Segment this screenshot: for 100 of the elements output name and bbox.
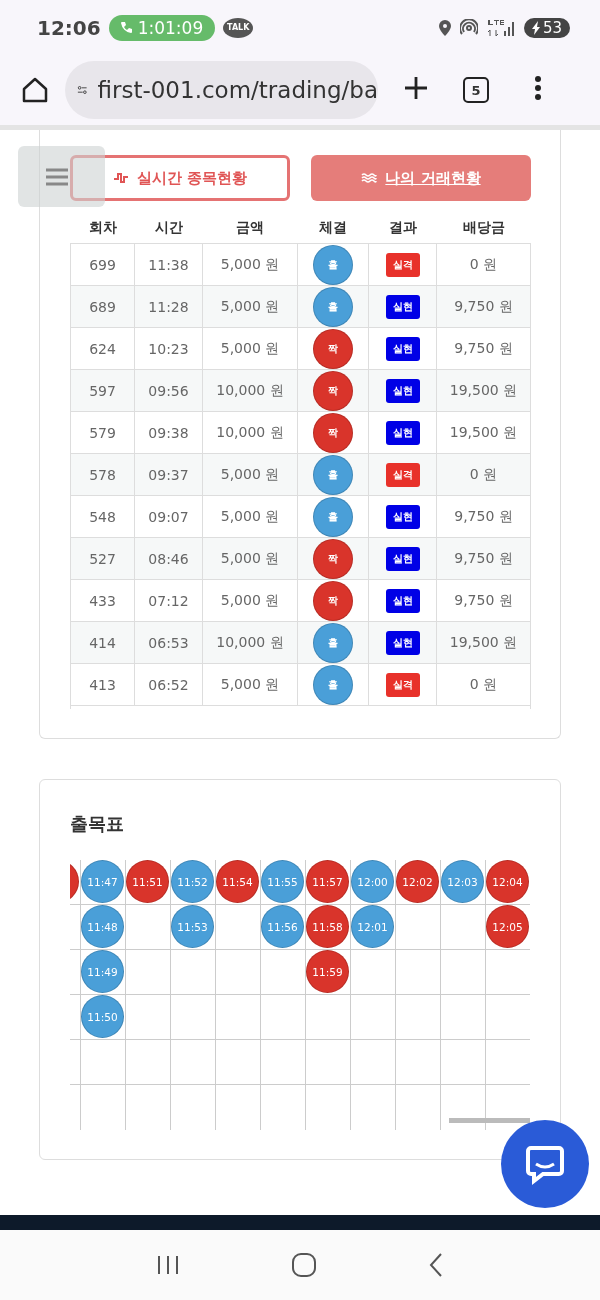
table-cell: 9,750 원 <box>436 579 531 622</box>
clock: 12:06 <box>37 15 101 40</box>
pick-badge: 홀 <box>313 454 353 495</box>
result-badge: 실격 <box>385 672 420 697</box>
result-bead: 12:03 <box>441 860 484 903</box>
table-cell: 06:53 <box>134 621 203 664</box>
table-cell: 09:38 <box>134 411 203 454</box>
table-cell: 10:23 <box>134 327 203 370</box>
section-title: 출목표 <box>70 812 125 836</box>
result-badge: 실현 <box>385 420 420 445</box>
table-cell: 0 원 <box>436 453 531 496</box>
result-bead: 11:55 <box>261 860 304 903</box>
waves-icon <box>361 172 378 184</box>
result-badge: 실현 <box>385 294 420 319</box>
tab-count-button[interactable]: 5 <box>463 77 489 103</box>
table-cell: 699 <box>70 243 135 286</box>
table-cell: 09:56 <box>134 369 203 412</box>
pick-badge: 홀 <box>313 244 353 285</box>
phone-icon <box>118 20 133 35</box>
table-cell: 9,750 원 <box>436 327 531 370</box>
result-badge: 실현 <box>385 588 420 613</box>
column-header: 체결 <box>297 213 369 244</box>
table-cell: 9,750 원 <box>436 285 531 328</box>
table-cell: 10,000 원 <box>202 411 298 454</box>
pulse-icon <box>112 172 129 184</box>
table-cell: 11:28 <box>134 285 203 328</box>
pick-badge: 홀 <box>313 622 353 663</box>
pick-badge: 짝 <box>313 370 353 411</box>
table-cell: 08:46 <box>134 537 203 580</box>
table-cell: 11:38 <box>134 243 203 286</box>
table-cell: 5,000 원 <box>202 285 298 328</box>
table-cell: 19,500 원 <box>436 369 531 412</box>
table-cell: 09:37 <box>134 453 203 496</box>
table-cell: 5,000 원 <box>202 537 298 580</box>
pick-badge: 홀 <box>313 664 353 705</box>
table-cell: 0 원 <box>436 243 531 286</box>
view-tab[interactable]: 실시간 종목현황 <box>70 155 290 201</box>
pick-badge: 짝 <box>313 328 353 369</box>
table-cell: 579 <box>70 411 135 454</box>
table-cell: 689 <box>70 285 135 328</box>
back-icon[interactable] <box>428 1252 445 1278</box>
home-icon[interactable] <box>20 75 50 105</box>
scrollbar[interactable] <box>449 1118 530 1123</box>
new-tab-icon[interactable] <box>403 75 429 101</box>
table-cell: 597 <box>70 369 135 412</box>
address-bar[interactable]: first-001.com/trading/ba <box>65 61 378 119</box>
column-header: 결과 <box>368 213 437 244</box>
battery-indicator: 53 <box>523 17 570 38</box>
result-bead: 12:05 <box>486 905 529 948</box>
table-cell: 5,000 원 <box>202 327 298 370</box>
lte-signal-icon <box>485 17 516 38</box>
column-header: 금액 <box>202 213 298 244</box>
pick-badge: 짝 <box>313 412 353 453</box>
result-bead: 11:51 <box>126 860 169 903</box>
column-header: 배당금 <box>436 213 531 244</box>
table-cell: 19,500 원 <box>436 621 531 664</box>
table-cell: 9,750 원 <box>436 537 531 580</box>
pick-badge: 짝 <box>313 580 353 621</box>
table-cell: 5,000 원 <box>202 663 298 706</box>
result-bead: 12:02 <box>396 860 439 903</box>
result-bead: 12:04 <box>486 860 529 903</box>
table-cell: 5,000 원 <box>202 453 298 496</box>
menu-button[interactable] <box>18 146 105 207</box>
more-menu-icon[interactable] <box>534 75 542 101</box>
result-bead: 11:56 <box>261 905 304 948</box>
bolt-icon <box>531 20 541 35</box>
table-cell: 06:52 <box>134 663 203 706</box>
table-cell: 624 <box>70 327 135 370</box>
url-text: first-001.com/trading/ba <box>97 77 378 103</box>
result-badge: 실현 <box>385 504 420 529</box>
table-cell: 433 <box>70 579 135 622</box>
table-cell: 19,500 원 <box>436 411 531 454</box>
result-badge: 실격 <box>385 462 420 487</box>
table-cell: 5,000 원 <box>202 579 298 622</box>
table-cell: 5,000 원 <box>202 243 298 286</box>
result-bead: 11:57 <box>306 860 349 903</box>
table-cell: 548 <box>70 495 135 538</box>
table-cell: 10,000 원 <box>202 621 298 664</box>
result-bead: 11:47 <box>81 860 124 903</box>
home-button-icon[interactable] <box>291 1252 317 1278</box>
chat-notification-icon: TALK <box>223 17 254 38</box>
table-cell: 578 <box>70 453 135 496</box>
result-badge: 실현 <box>385 378 420 403</box>
table-cell: 527 <box>70 537 135 580</box>
column-header: 회차 <box>70 213 135 244</box>
result-bead: 11:52 <box>171 860 214 903</box>
table-cell: 07:12 <box>134 579 203 622</box>
result-bead: 11:53 <box>171 905 214 948</box>
call-timer: 1:01:09 <box>108 14 216 41</box>
table-cell: 9,750 원 <box>436 495 531 538</box>
pick-badge: 홀 <box>313 496 353 537</box>
result-bead: 12:00 <box>351 860 394 903</box>
result-bead: 11:54 <box>216 860 259 903</box>
result-bead: 11:49 <box>81 950 124 993</box>
pick-badge: 홀 <box>313 286 353 327</box>
result-bead: 11:59 <box>306 950 349 993</box>
recent-apps-icon[interactable] <box>155 1254 180 1276</box>
column-header: 시간 <box>134 213 203 244</box>
result-bead: 12:01 <box>351 905 394 948</box>
result-bead: 11:48 <box>81 905 124 948</box>
